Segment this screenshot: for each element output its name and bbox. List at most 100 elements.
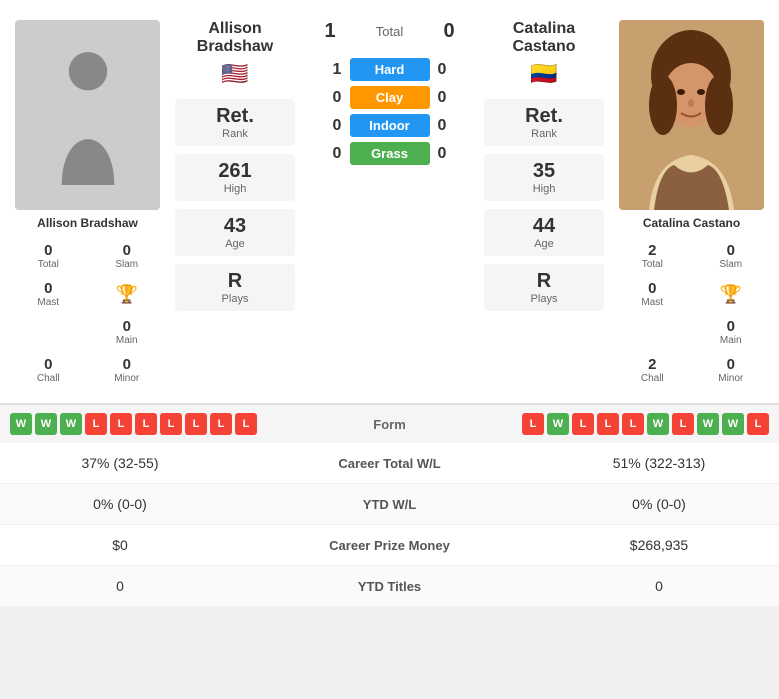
career-right-1: 0% (0-0) (559, 496, 759, 512)
right-plays-label: Plays (531, 293, 558, 305)
right-mast-cell: 0 Mast (614, 276, 691, 312)
surface-rows: 1 Hard 0 0 Clay 0 0 Indoor 0 0 Grass 0 (315, 53, 465, 170)
right-minor-value: 0 (727, 356, 735, 373)
right-age-stat: 44 Age (484, 209, 604, 256)
left-rank-stat: Ret. Rank (175, 99, 295, 146)
left-flag: 🇺🇸 (221, 61, 248, 87)
left-chall-label: Chall (37, 373, 60, 384)
surface-left-indoor: 0 (325, 117, 350, 135)
form-badges-left: WWWLLLLLLL (10, 413, 257, 435)
career-stat-row-3: 0 YTD Titles 0 (0, 566, 779, 607)
left-player-photo (15, 20, 160, 210)
left-main-label: Main (116, 335, 138, 346)
career-left-3: 0 (20, 578, 220, 594)
right-trophy: 🏆 (693, 276, 770, 312)
form-right-badge-1: W (547, 413, 569, 435)
surface-row-clay: 0 Clay 0 (315, 86, 465, 109)
center-comparison: 1 Total 0 1 Hard 0 0 Clay 0 0 Indoor 0 0… (300, 10, 479, 393)
form-right-badge-8: W (722, 413, 744, 435)
left-trophy-icon: 🏆 (116, 285, 138, 303)
surface-row-indoor: 0 Indoor 0 (315, 114, 465, 137)
form-left-badge-7: L (185, 413, 207, 435)
left-mast-cell: 0 Mast (10, 276, 87, 312)
left-high-stat: 261 High (175, 154, 295, 201)
right-stats-grid: 2 Total 0 Slam 0 Mast 🏆 0 (614, 238, 769, 388)
left-slam-cell: 0 Slam (89, 238, 166, 274)
total-right: 0 (434, 20, 464, 43)
form-left-badge-9: L (235, 413, 257, 435)
career-right-2: $268,935 (559, 537, 759, 553)
form-right-badge-7: W (697, 413, 719, 435)
surface-right-grass: 0 (430, 145, 455, 163)
left-plays-label: Plays (222, 293, 249, 305)
surface-btn-hard: Hard (350, 58, 430, 81)
form-left-badge-0: W (10, 413, 32, 435)
right-player-name-top: CatalinaCastano (512, 20, 575, 56)
main-container: Allison Bradshaw 0 Total 0 Slam 0 Mast 🏆 (0, 0, 779, 607)
career-left-1: 0% (0-0) (20, 496, 220, 512)
right-chall-label: Chall (641, 373, 664, 384)
form-left-badge-1: W (35, 413, 57, 435)
total-row: 1 Total 0 (305, 20, 474, 43)
left-main-cell-dummy (10, 314, 87, 350)
right-slam-cell: 0 Slam (693, 238, 770, 274)
left-total-label: Total (38, 259, 59, 270)
total-label: Total (376, 24, 403, 39)
form-right-badge-2: L (572, 413, 594, 435)
left-chall-cell: 0 Chall (10, 352, 87, 388)
left-minor-cell: 0 Minor (89, 352, 166, 388)
right-player-photo (619, 20, 764, 210)
left-plays-value: R (228, 270, 242, 293)
surface-right-clay: 0 (430, 89, 455, 107)
right-plays-stat: R Plays (484, 264, 604, 311)
right-main-value: 0 (727, 318, 735, 335)
left-player-name-top: AllisonBradshaw (197, 20, 273, 56)
form-badges-right: LWLLLWLWWL (522, 413, 769, 435)
right-slam-label: Slam (719, 259, 742, 270)
surface-right-indoor: 0 (430, 117, 455, 135)
right-high-stat: 35 High (484, 154, 604, 201)
right-trophy-icon: 🏆 (720, 285, 742, 303)
form-section: WWWLLLLLLL Form LWLLLWLWWL (0, 404, 779, 443)
career-label-1: YTD W/L (220, 497, 559, 512)
form-left-badge-3: L (85, 413, 107, 435)
right-minor-label: Minor (718, 373, 743, 384)
career-stats-rows: 37% (32-55) Career Total W/L 51% (322-31… (0, 443, 779, 607)
surface-btn-clay: Clay (350, 86, 430, 109)
career-stat-row-2: $0 Career Prize Money $268,935 (0, 525, 779, 566)
right-total-label: Total (642, 259, 663, 270)
form-right-badge-5: W (647, 413, 669, 435)
right-player-photo-svg (619, 20, 764, 210)
left-trophy: 🏆 (89, 276, 166, 312)
left-stats-grid: 0 Total 0 Slam 0 Mast 🏆 0 (10, 238, 165, 388)
players-section: Allison Bradshaw 0 Total 0 Slam 0 Mast 🏆 (0, 0, 779, 403)
career-label-0: Career Total W/L (220, 456, 559, 471)
right-high-value: 35 (533, 160, 555, 183)
right-main-cell: 0 Main (693, 314, 770, 350)
right-player-name-below: Catalina Castano (643, 216, 740, 230)
left-rank-label: Rank (222, 128, 248, 140)
left-player-name-below: Allison Bradshaw (37, 216, 138, 230)
left-plays-stat: R Plays (175, 264, 295, 311)
form-left-badge-6: L (160, 413, 182, 435)
left-chall-value: 0 (44, 356, 52, 373)
right-player-photo-container: Catalina Castano 2 Total 0 Slam 0 Mast 🏆 (609, 10, 779, 393)
form-right-badge-9: L (747, 413, 769, 435)
surface-left-hard: 1 (325, 61, 350, 79)
total-left: 1 (315, 20, 345, 43)
right-rank-value: Ret. (525, 105, 563, 128)
right-minor-cell: 0 Minor (693, 352, 770, 388)
form-right-badge-3: L (597, 413, 619, 435)
left-main-value: 0 (123, 318, 131, 335)
career-left-2: $0 (20, 537, 220, 553)
right-main-label: Main (720, 335, 742, 346)
right-main-cell-dummy (614, 314, 691, 350)
right-chall-cell: 2 Chall (614, 352, 691, 388)
surface-left-grass: 0 (325, 145, 350, 163)
left-slam-value: 0 (123, 242, 131, 259)
left-mast-value: 0 (44, 280, 52, 297)
left-high-label: High (224, 183, 247, 195)
career-left-0: 37% (32-55) (20, 455, 220, 471)
left-age-value: 43 (224, 215, 246, 238)
right-middle-stats: CatalinaCastano 🇨🇴 Ret. Rank 35 High 44 … (479, 10, 609, 393)
